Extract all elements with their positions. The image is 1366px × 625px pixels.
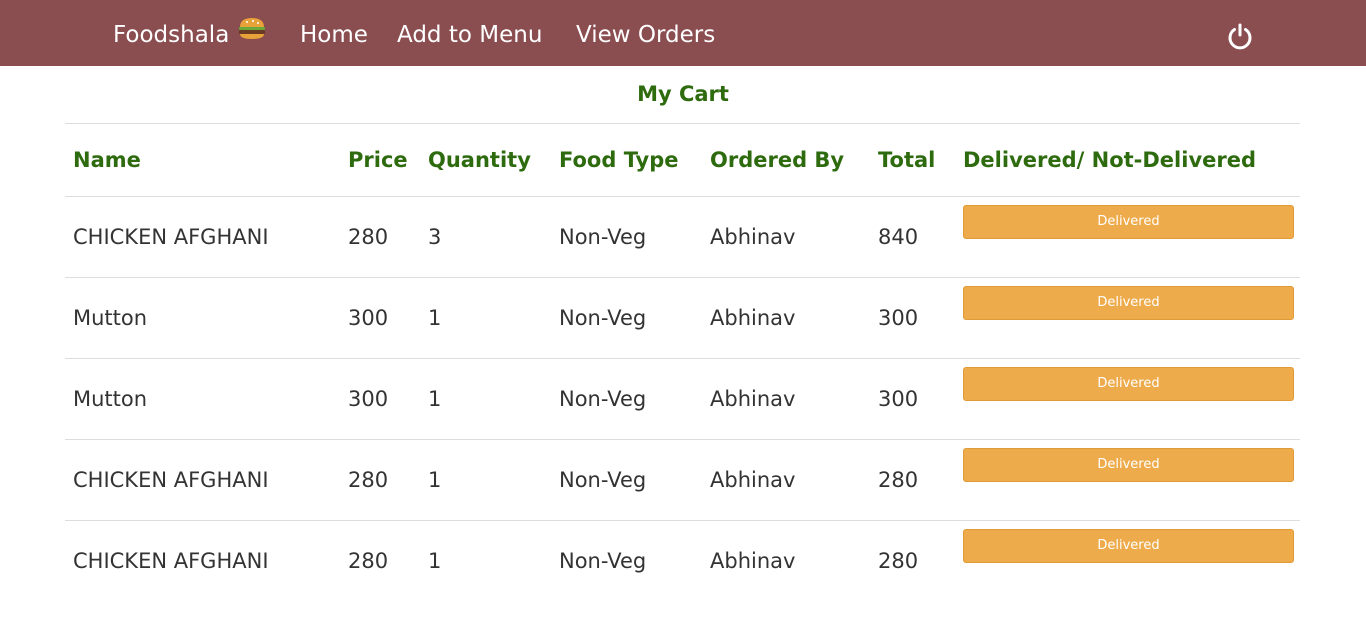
cell-quantity: 1 <box>420 277 551 359</box>
cell-status: Delivered <box>955 358 1300 440</box>
header-quantity: Quantity <box>420 123 551 197</box>
delivered-button[interactable]: Delivered <box>963 529 1294 563</box>
header-price: Price <box>340 123 420 197</box>
delivered-button[interactable]: Delivered <box>963 367 1294 401</box>
cell-ordered-by: Abhinav <box>702 358 870 440</box>
header-ordered-by: Ordered By <box>702 123 870 197</box>
cell-name: Mutton <box>65 358 340 440</box>
delivered-button[interactable]: Delivered <box>963 205 1294 239</box>
cell-food-type: Non-Veg <box>551 196 702 278</box>
table-row: Mutton 300 1 Non-Veg Abhinav 300 Deliver… <box>65 277 1300 359</box>
cell-total: 280 <box>870 439 955 521</box>
cell-price: 280 <box>340 439 420 521</box>
cell-status: Delivered <box>955 196 1300 278</box>
nav-home[interactable]: Home <box>300 0 368 66</box>
cell-status: Delivered <box>955 439 1300 521</box>
cell-total: 300 <box>870 277 955 359</box>
page-title: My Cart <box>637 82 729 106</box>
header-food-type: Food Type <box>551 123 702 197</box>
cell-total: 280 <box>870 520 955 601</box>
cell-ordered-by: Abhinav <box>702 520 870 601</box>
cell-name: Mutton <box>65 277 340 359</box>
brand-label: Foodshala <box>113 22 230 48</box>
cell-total: 300 <box>870 358 955 440</box>
header-delivery-status: Delivered/ Not-Delivered <box>955 123 1300 197</box>
burger-icon <box>237 0 267 68</box>
cell-price: 280 <box>340 520 420 601</box>
table-row: CHICKEN AFGHANI 280 1 Non-Veg Abhinav 28… <box>65 439 1300 521</box>
cell-status: Delivered <box>955 520 1300 601</box>
nav-view-orders[interactable]: View Orders <box>576 0 715 66</box>
cell-quantity: 1 <box>420 520 551 601</box>
cell-total: 840 <box>870 196 955 278</box>
brand-link[interactable]: Foodshala <box>113 0 267 66</box>
cell-food-type: Non-Veg <box>551 358 702 440</box>
cell-price: 300 <box>340 358 420 440</box>
cell-quantity: 3 <box>420 196 551 278</box>
orders-table: Name Price Quantity Food Type Ordered By… <box>65 123 1300 601</box>
nav-add-to-menu[interactable]: Add to Menu <box>397 0 542 66</box>
cell-ordered-by: Abhinav <box>702 439 870 521</box>
header-name: Name <box>65 123 340 197</box>
cell-name: CHICKEN AFGHANI <box>65 439 340 521</box>
cell-ordered-by: Abhinav <box>702 196 870 278</box>
cell-ordered-by: Abhinav <box>702 277 870 359</box>
cell-quantity: 1 <box>420 358 551 440</box>
cell-food-type: Non-Veg <box>551 439 702 521</box>
navbar: Foodshala Home Add to Menu View Orders <box>0 0 1366 66</box>
cell-price: 280 <box>340 196 420 278</box>
table-header-row: Name Price Quantity Food Type Ordered By… <box>65 123 1300 197</box>
orders-table-wrapper: Name Price Quantity Food Type Ordered By… <box>65 123 1300 601</box>
cell-food-type: Non-Veg <box>551 277 702 359</box>
power-icon[interactable] <box>1226 22 1254 50</box>
cell-price: 300 <box>340 277 420 359</box>
table-row: CHICKEN AFGHANI 280 1 Non-Veg Abhinav 28… <box>65 520 1300 601</box>
cell-food-type: Non-Veg <box>551 520 702 601</box>
delivered-button[interactable]: Delivered <box>963 286 1294 320</box>
table-row: CHICKEN AFGHANI 280 3 Non-Veg Abhinav 84… <box>65 196 1300 278</box>
cell-quantity: 1 <box>420 439 551 521</box>
table-row: Mutton 300 1 Non-Veg Abhinav 300 Deliver… <box>65 358 1300 440</box>
cell-name: CHICKEN AFGHANI <box>65 196 340 278</box>
header-total: Total <box>870 123 955 197</box>
cell-status: Delivered <box>955 277 1300 359</box>
cell-name: CHICKEN AFGHANI <box>65 520 340 601</box>
delivered-button[interactable]: Delivered <box>963 448 1294 482</box>
